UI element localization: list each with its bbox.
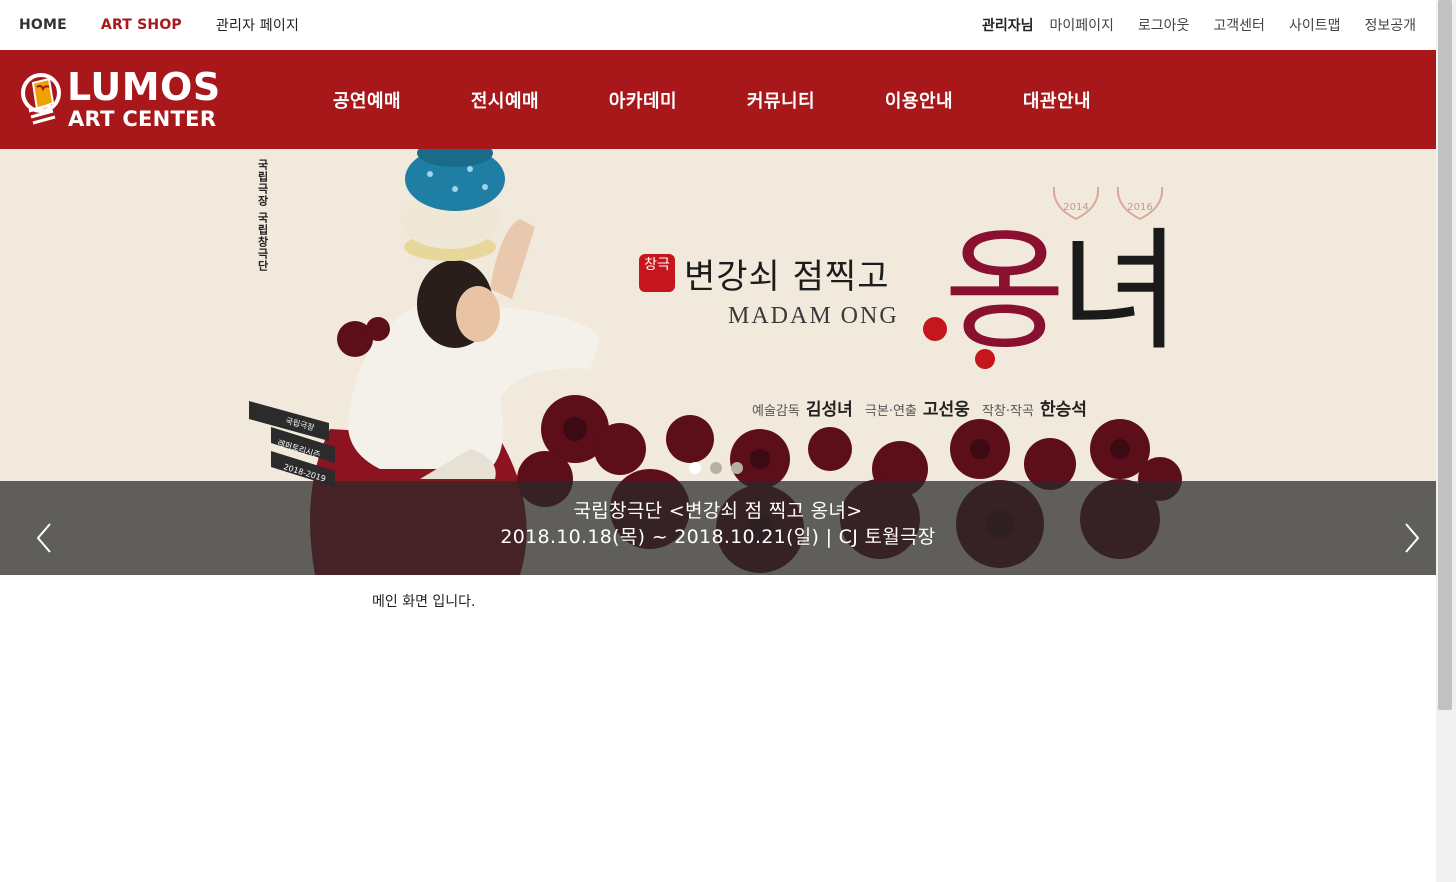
customer-center-link[interactable]: 고객센터 — [1213, 15, 1265, 35]
user-name: 관리자님 — [981, 18, 1034, 34]
credit-role-2: 극본·연출 — [864, 404, 917, 419]
banner-credits: 예술감독 김성녀 극본·연출 고선웅 작창·작곡 한승석 — [752, 395, 1095, 420]
admin-page-link[interactable]: 관리자 페이지 — [216, 15, 299, 35]
banner-title-english: MADAM ONG — [728, 303, 899, 329]
banner-caption-date: 2018.10.18(목) ~ 2018.10.21(일) | CJ 토월극장 — [500, 526, 936, 548]
title-big-char-1: 옹 — [944, 215, 1065, 369]
nav-exhibition-booking[interactable]: 전시예매 — [436, 87, 574, 113]
site-logo[interactable]: LUMOS ART CENTER — [19, 65, 220, 132]
logo-mark-icon — [21, 73, 61, 125]
top-utility-bar: HOME ART SHOP 관리자 페이지 관리자님 마이페이지 로그아웃 고객… — [0, 0, 1436, 50]
repertoire-season-badge: 국립극장 레퍼토리시즌 2018-2019 — [249, 401, 339, 491]
main-header: LUMOS ART CENTER 공연예매 전시예매 아카데미 커뮤니티 이용안… — [0, 50, 1436, 149]
slide-indicators — [689, 462, 752, 474]
banner-title-korean: 변강쇠 점찍고 — [684, 257, 890, 297]
banner-vertical-text: 국립극장 국립창극단 — [256, 159, 269, 272]
nav-academy[interactable]: 아카데미 — [574, 87, 712, 113]
main-message: 메인 화면 입니다. — [372, 594, 476, 610]
top-right-links: 관리자님 마이페이지 로그아웃 고객센터 사이트맵 정보공개 — [982, 0, 1416, 50]
sitemap-link[interactable]: 사이트맵 — [1289, 15, 1341, 35]
nav-rental-guide[interactable]: 대관안내 — [988, 87, 1126, 113]
credit-role-1: 예술감독 — [752, 404, 800, 419]
logo-text-lumos: LUMOS — [67, 65, 221, 109]
nav-performance-booking[interactable]: 공연예매 — [298, 87, 436, 113]
credit-name-2: 고선웅 — [922, 400, 970, 420]
prev-slide-arrow-icon[interactable] — [30, 521, 60, 555]
banner-title-large: 옹녀 — [944, 215, 1181, 369]
repertoire-badge-graphic: 국립극장 레퍼토리시즌 2018-2019 — [249, 401, 335, 487]
credit-name-1: 김성녀 — [805, 400, 853, 420]
home-link[interactable]: HOME — [19, 17, 67, 33]
next-slide-arrow-icon[interactable] — [1396, 521, 1426, 555]
art-shop-link[interactable]: ART SHOP — [101, 17, 182, 33]
top-left-links: HOME ART SHOP 관리자 페이지 — [19, 0, 333, 50]
credit-name-3: 한승석 — [1039, 400, 1087, 420]
main-navigation: 공연예매 전시예매 아카데미 커뮤니티 이용안내 대관안내 — [298, 50, 1126, 149]
nav-community[interactable]: 커뮤니티 — [712, 87, 850, 113]
credit-role-3: 작창·작곡 — [981, 404, 1034, 419]
logout-link[interactable]: 로그아웃 — [1138, 15, 1190, 35]
info-disclosure-link[interactable]: 정보공개 — [1364, 15, 1416, 35]
changgeuk-seal: 창극 — [639, 254, 675, 292]
slide-dot-1[interactable] — [689, 462, 701, 474]
scrollbar-thumb[interactable] — [1438, 0, 1452, 710]
page-scrollbar[interactable] — [1436, 0, 1456, 882]
slide-dot-3[interactable] — [731, 462, 743, 474]
hero-banner-slider[interactable]: 국립극장 국립창극단 2014 2016 창극 변강쇠 점찍고 MADAM ON… — [0, 149, 1436, 575]
slide-dot-2[interactable] — [710, 462, 722, 474]
nav-usage-guide[interactable]: 이용안내 — [850, 87, 988, 113]
logo-text-art-center: ART CENTER — [68, 107, 217, 131]
banner-caption: 국립창극단 <변강쇠 점 찍고 옹녀> 2018.10.18(목) ~ 2018… — [0, 481, 1436, 575]
banner-caption-title: 국립창극단 <변강쇠 점 찍고 옹녀> — [573, 500, 863, 522]
title-big-char-2: 녀 — [1059, 215, 1180, 369]
mypage-link[interactable]: 마이페이지 — [1049, 15, 1113, 35]
